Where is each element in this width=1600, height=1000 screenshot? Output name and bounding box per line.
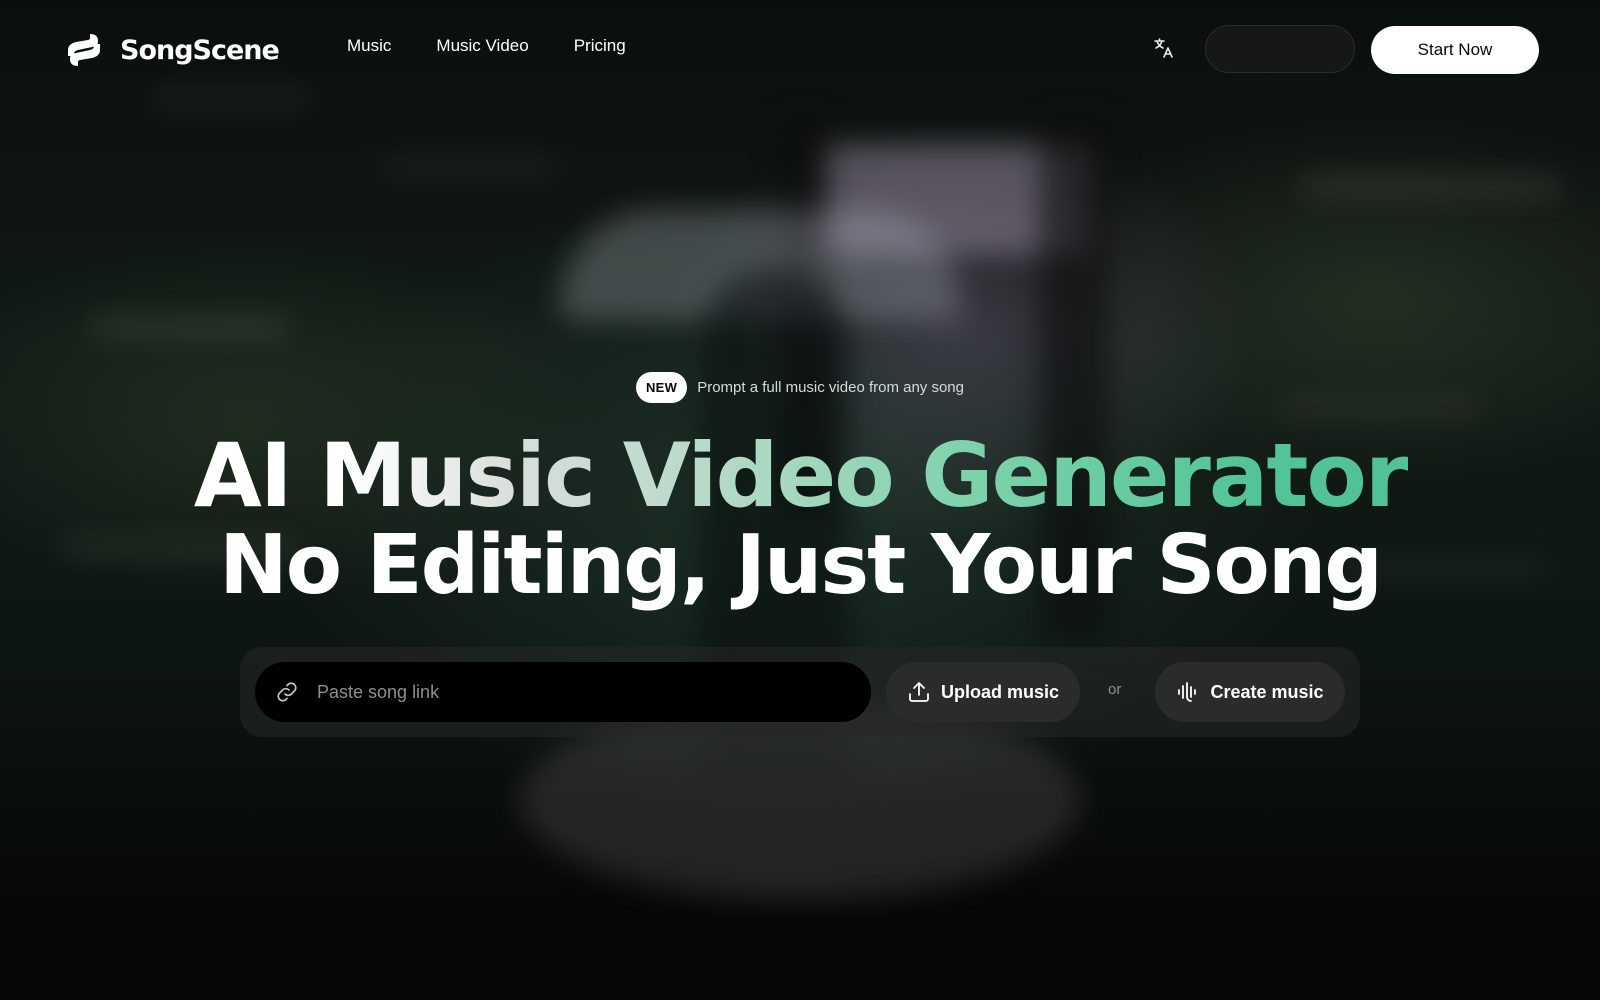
announcement-text: Prompt a full music video from any song xyxy=(697,379,964,396)
nav-item-pricing[interactable]: Pricing xyxy=(574,36,626,56)
top-navbar: SongScene Music Music Video Pricing Star… xyxy=(0,0,1600,100)
start-now-button[interactable]: Start Now xyxy=(1371,26,1539,74)
translate-icon[interactable] xyxy=(1152,36,1176,60)
hero-title: AI Music Video Generator xyxy=(0,424,1600,527)
or-separator: or xyxy=(1108,681,1122,698)
upload-icon xyxy=(909,682,929,702)
secondary-button[interactable] xyxy=(1205,25,1355,73)
page: SongScene Music Music Video Pricing Star… xyxy=(0,0,1600,1000)
nav-item-music[interactable]: Music xyxy=(347,36,391,56)
waveform-icon xyxy=(1178,682,1197,702)
new-badge: NEW xyxy=(635,372,688,403)
create-music-button[interactable]: Create music xyxy=(1155,662,1345,722)
upload-music-button[interactable]: Upload music xyxy=(886,662,1080,722)
song-input-bar: Upload music or Create music xyxy=(240,647,1360,737)
song-link-input[interactable] xyxy=(315,661,871,723)
create-music-label: Create music xyxy=(1210,681,1324,702)
upload-music-label: Upload music xyxy=(940,681,1060,702)
link-icon xyxy=(277,682,297,702)
nav-item-music-video[interactable]: Music Video xyxy=(436,36,528,56)
announcement-badge[interactable]: NEW Prompt a full music video from any s… xyxy=(0,372,1600,403)
songscene-logo-icon xyxy=(68,34,100,66)
song-link-field[interactable] xyxy=(255,661,871,723)
hero-subtitle: No Editing, Just Your Song xyxy=(219,518,1383,613)
brand-name: SongScene xyxy=(120,34,280,66)
brand-logo[interactable]: SongScene xyxy=(64,30,280,70)
main-nav: Music Music Video Pricing xyxy=(347,36,626,56)
